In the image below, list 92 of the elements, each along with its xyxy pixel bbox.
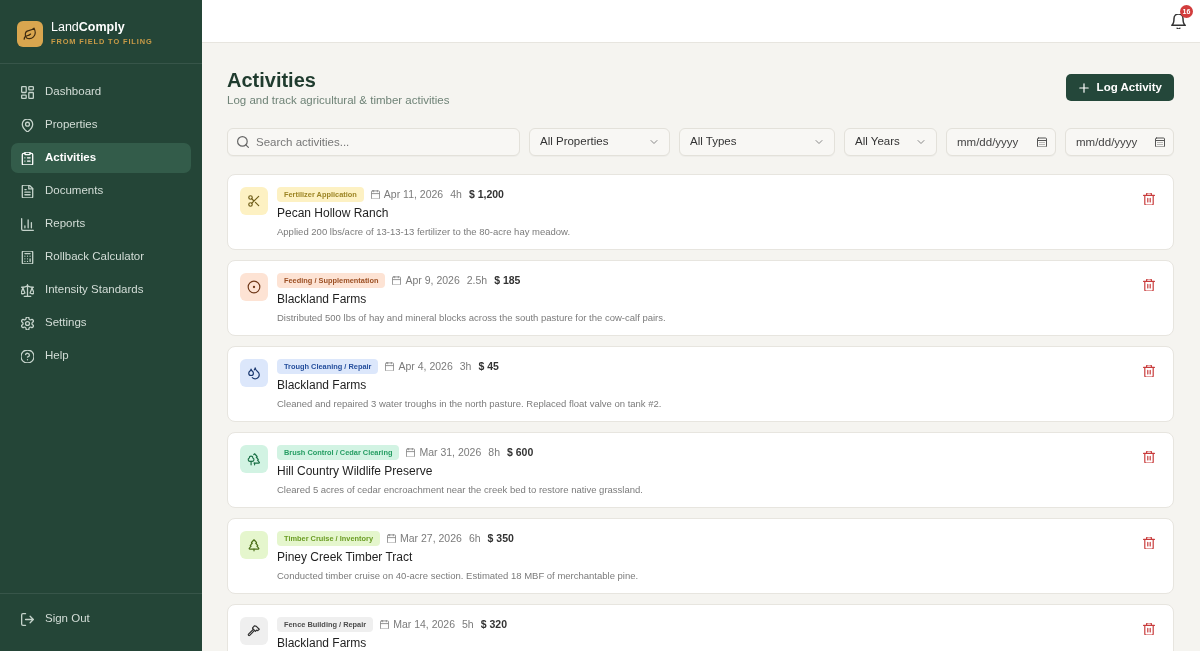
activity-date: Mar 14, 2026 bbox=[393, 616, 455, 632]
log-activity-button[interactable]: Log Activity bbox=[1065, 74, 1174, 101]
calendar-icon bbox=[380, 620, 390, 629]
activity-cost: $ 185 bbox=[494, 272, 521, 288]
activity-description: Applied 200 lbs/acre of 13-13-13 fertilizer to the 80-acre hay meadow. bbox=[277, 225, 572, 238]
activity-cost: $ 600 bbox=[507, 444, 534, 460]
droplets-icon bbox=[240, 359, 268, 387]
delete-button[interactable] bbox=[1143, 365, 1155, 377]
leaf-logo-icon bbox=[17, 20, 43, 47]
property-name: Blackland Farms bbox=[277, 292, 368, 307]
sidebar-item[interactable]: Settings bbox=[11, 308, 191, 338]
property-name: Blackland Farms bbox=[277, 636, 368, 651]
activity-description: Distributed 500 lbs of hay and mineral blocks across the south pasture for the cow-calf pairs. bbox=[277, 311, 667, 324]
activity-cost: $ 320 bbox=[480, 616, 507, 632]
sidebar-item[interactable]: Properties bbox=[11, 110, 191, 140]
activity-cost: $ 45 bbox=[478, 358, 499, 374]
search-field[interactable]: Search activities... bbox=[227, 128, 520, 156]
activity-hours: 2.5h bbox=[466, 272, 488, 288]
property-name: Blackland Farms bbox=[277, 378, 368, 393]
sidebar-item[interactable]: Reports bbox=[11, 209, 191, 239]
activity-date: Apr 9, 2026 bbox=[405, 272, 460, 288]
notification-bell-icon[interactable] bbox=[1171, 14, 1186, 29]
filter-dropdown[interactable]: All Years bbox=[844, 128, 937, 156]
calendar-icon bbox=[392, 276, 402, 285]
activity-date: Apr 4, 2026 bbox=[398, 358, 453, 374]
calendar-icon[interactable] bbox=[1155, 137, 1165, 147]
sidebar-item[interactable]: Dashboard bbox=[11, 77, 191, 107]
delete-button[interactable] bbox=[1143, 279, 1155, 291]
activity-hours: 6h bbox=[468, 530, 481, 546]
document-icon bbox=[21, 184, 34, 198]
trash-icon bbox=[1143, 279, 1155, 291]
delete-button[interactable] bbox=[1143, 623, 1155, 635]
activity-date: Mar 31, 2026 bbox=[419, 444, 482, 460]
grid-icon bbox=[21, 85, 34, 99]
delete-button[interactable] bbox=[1143, 451, 1155, 463]
trash-icon bbox=[1143, 365, 1155, 377]
brand-name: LandComply bbox=[51, 20, 126, 35]
chevron-down-icon bbox=[649, 137, 659, 147]
sign-out-link[interactable]: Sign Out bbox=[11, 604, 191, 634]
calendar-icon bbox=[370, 190, 380, 199]
activity-hours: 4h bbox=[450, 186, 462, 202]
delete-button[interactable] bbox=[1143, 193, 1155, 205]
sidebar-item[interactable]: Intensity Standards bbox=[11, 275, 191, 305]
activity-cost: $ 350 bbox=[487, 530, 514, 546]
sidebar-item[interactable]: Activities bbox=[11, 143, 191, 173]
bar-chart-icon bbox=[21, 217, 34, 231]
settings-icon bbox=[21, 316, 34, 330]
filter-dropdown[interactable]: All Types bbox=[679, 128, 835, 156]
target-icon bbox=[240, 273, 268, 301]
help-icon bbox=[21, 349, 34, 363]
filter-dropdown[interactable]: All Properties bbox=[529, 128, 670, 156]
trees-icon bbox=[240, 445, 268, 473]
calendar-icon bbox=[406, 448, 416, 457]
sidebar-item[interactable]: Help bbox=[11, 341, 191, 371]
activity-hours: 5h bbox=[462, 616, 474, 632]
activity-description: Conducted timber cruise on 40-acre section. Estimated 18 MBF of merchantable pine. bbox=[277, 569, 640, 582]
chevron-down-icon bbox=[916, 137, 926, 147]
sidebar-item[interactable]: Rollback Calculator bbox=[11, 242, 191, 272]
trash-icon bbox=[1143, 451, 1155, 463]
activity-cost: $ 1,200 bbox=[468, 186, 504, 202]
scissors-icon bbox=[240, 187, 268, 215]
sign-out-icon bbox=[21, 612, 34, 626]
date-field[interactable]: mm/dd/yyyy bbox=[946, 128, 1056, 156]
calendar-icon[interactable] bbox=[1037, 137, 1047, 147]
activity-date: Mar 27, 2026 bbox=[400, 530, 462, 546]
chevron-down-icon bbox=[814, 137, 824, 147]
activity-date: Apr 11, 2026 bbox=[383, 186, 444, 202]
property-name: Pecan Hollow Ranch bbox=[277, 206, 390, 221]
hammer-icon bbox=[240, 617, 268, 645]
activity-hours: 3h bbox=[459, 358, 472, 374]
trash-icon bbox=[1143, 193, 1155, 205]
property-name: Hill Country Wildlife Preserve bbox=[277, 464, 434, 479]
pine-tree-icon bbox=[240, 531, 268, 559]
property-name: Piney Creek Timber Tract bbox=[277, 550, 414, 565]
sidebar-item[interactable]: Documents bbox=[11, 176, 191, 206]
map-pin-icon bbox=[21, 118, 34, 132]
calendar-icon bbox=[385, 362, 395, 371]
scale-icon bbox=[21, 283, 34, 297]
trash-icon bbox=[1143, 623, 1155, 635]
page-subtitle: Log and track agricultural & timber activities bbox=[227, 93, 450, 108]
delete-button[interactable] bbox=[1143, 537, 1155, 549]
date-field[interactable]: mm/dd/yyyy bbox=[1065, 128, 1174, 156]
plus-icon bbox=[1077, 81, 1090, 94]
calendar-icon bbox=[387, 534, 396, 543]
search-icon bbox=[237, 136, 249, 148]
activity-description: Cleared 5 acres of cedar encroachment near the creek bed to restore native grassland. bbox=[277, 483, 644, 496]
clipboard-icon bbox=[21, 151, 34, 165]
page-title: Activities bbox=[227, 68, 317, 92]
calculator-icon bbox=[21, 250, 34, 264]
trash-icon bbox=[1143, 537, 1155, 549]
activity-hours: 8h bbox=[488, 444, 500, 460]
activity-description: Cleaned and repaired 3 water troughs in the north pasture. Replaced float valve on tank #2. bbox=[277, 397, 663, 410]
